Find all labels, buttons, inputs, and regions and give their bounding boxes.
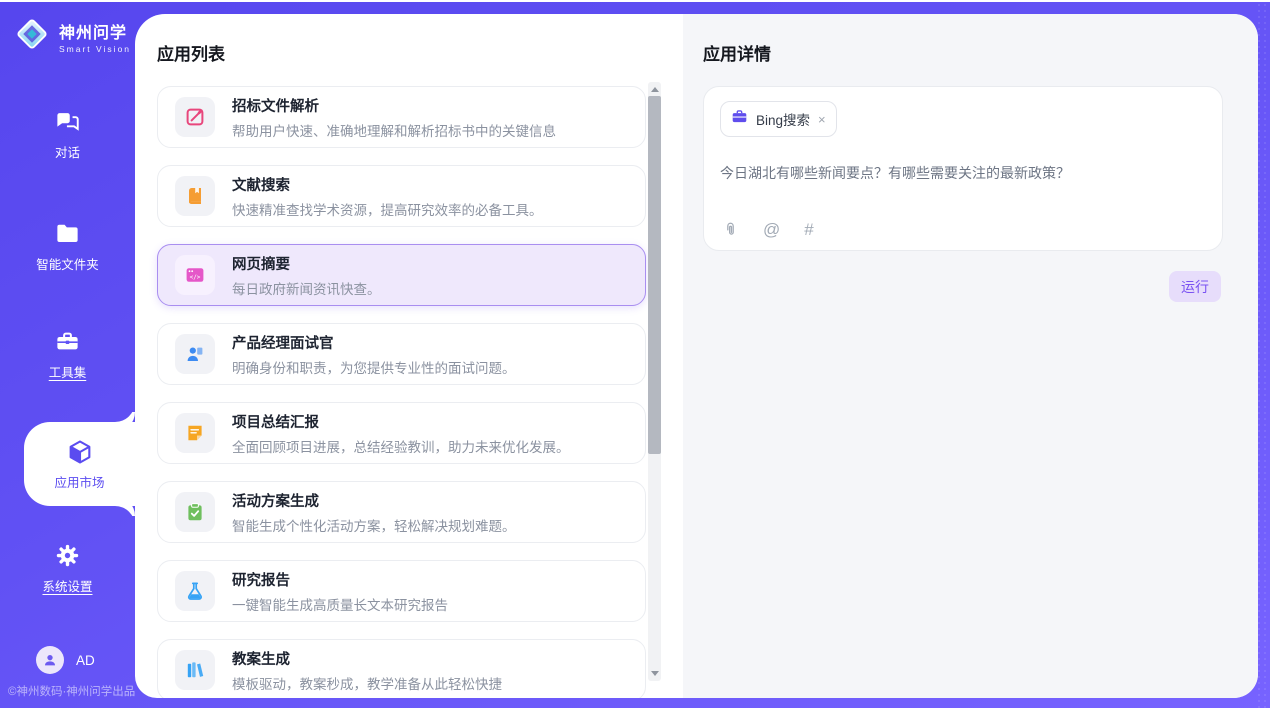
bid-document-icon (175, 97, 215, 137)
app-card-title: 研究报告 (232, 569, 448, 590)
app-card-desc: 一键智能生成高质量长文本研究报告 (232, 594, 448, 614)
sidebar: 神州问学 Smart Vision 对话 (0, 2, 135, 708)
close-icon[interactable]: × (818, 113, 826, 126)
app-card-lesson-plan[interactable]: 教案生成 模板驱动，教案秒成，教学准备从此轻松快捷 (157, 639, 646, 698)
copyright-text: ©神州数码·神州问学出品 (8, 683, 135, 699)
app-card-desc: 明确身份和职责，为您提供专业性的面试问题。 (232, 357, 516, 377)
clipboard-check-icon (175, 492, 215, 532)
interviewer-person-icon (175, 334, 215, 374)
prompt-text[interactable]: 今日湖北有哪些新闻要点？有哪些需要关注的最新政策？ (720, 163, 1206, 183)
app-window: 神州问学 Smart Vision 对话 (0, 0, 1270, 714)
user-account[interactable]: AD (36, 646, 95, 674)
app-card-bid-parse[interactable]: 招标文件解析 帮助用户快速、准确地理解和解析招标书中的关键信息 (157, 86, 646, 148)
sidebar-item-label: 应用市场 (54, 472, 104, 491)
app-card-literature-search[interactable]: 文献搜索 快速精准查找学术资源，提高研究效率的必备工具。 (157, 165, 646, 227)
sidebar-item-label: 对话 (55, 142, 80, 161)
note-icon (175, 413, 215, 453)
diamond-logo-icon (13, 15, 51, 58)
app-card-title: 项目总结汇报 (232, 411, 570, 432)
toolbox-icon (54, 328, 81, 355)
brand-name: 神州问学 (59, 19, 131, 43)
app-card-title: 文献搜索 (232, 174, 543, 195)
svg-text:</>: </> (190, 274, 201, 281)
folder-icon (54, 220, 81, 247)
mention-at-icon[interactable]: @ (763, 221, 780, 238)
scrollbar-thumb[interactable] (648, 96, 661, 454)
cube-icon (66, 438, 94, 466)
app-detail-title: 应用详情 (703, 40, 1258, 65)
attachment-paperclip-icon[interactable] (722, 221, 739, 238)
sidebar-item-chat[interactable]: 对话 (0, 108, 135, 161)
content-panel: 应用列表 招标文件解析 帮助用户快速、准确地理解和解析招标书 (135, 14, 1258, 698)
app-card-desc: 快速精准查找学术资源，提高研究效率的必备工具。 (232, 199, 543, 219)
app-card-project-summary[interactable]: 项目总结汇报 全面回顾项目进展，总结经验教训，助力未来优化发展。 (157, 402, 646, 464)
sidebar-item-label: 智能文件夹 (36, 254, 99, 273)
hashtag-icon[interactable]: # (804, 221, 813, 238)
brand-tagline: Smart Vision (59, 44, 131, 54)
app-card-activity-plan[interactable]: 活动方案生成 智能生成个性化活动方案，轻松解决规划难题。 (157, 481, 646, 543)
prompt-card: Bing搜索 × 今日湖北有哪些新闻要点？有哪些需要关注的最新政策？ @ # (703, 86, 1223, 251)
app-card-title: 招标文件解析 (232, 95, 556, 116)
sidebar-item-app-market[interactable]: 应用市场 (24, 422, 135, 506)
app-card-web-summary[interactable]: </> 网页摘要 每日政府新闻资讯快查。 (157, 244, 646, 306)
app-card-title: 教案生成 (232, 648, 502, 669)
sidebar-item-smart-folder[interactable]: 智能文件夹 (0, 220, 135, 273)
app-card-desc: 每日政府新闻资讯快查。 (232, 278, 381, 298)
briefcase-icon (731, 108, 748, 130)
gear-icon (54, 542, 81, 569)
app-card-desc: 帮助用户快速、准确地理解和解析招标书中的关键信息 (232, 120, 556, 140)
scroll-down-arrow-icon[interactable] (648, 667, 661, 680)
app-frame: 神州问学 Smart Vision 对话 (0, 2, 1270, 708)
tool-chip-bing-search[interactable]: Bing搜索 × (720, 101, 837, 137)
web-summary-icon: </> (175, 255, 215, 295)
book-icon (175, 176, 215, 216)
app-card-title: 产品经理面试官 (232, 332, 516, 353)
sidebar-item-toolset[interactable]: 工具集 (0, 328, 135, 381)
sidebar-item-settings[interactable]: 系统设置 (0, 542, 135, 595)
app-card-desc: 全面回顾项目进展，总结经验教训，助力未来优化发展。 (232, 436, 570, 456)
app-card-list: 招标文件解析 帮助用户快速、准确地理解和解析招标书中的关键信息 (157, 86, 646, 698)
user-initials: AD (76, 653, 95, 668)
app-list-title: 应用列表 (157, 40, 683, 65)
list-scrollbar[interactable] (648, 82, 661, 681)
sidebar-item-label: 工具集 (49, 362, 87, 381)
prompt-toolbar: @ # (722, 221, 814, 238)
app-card-desc: 模板驱动，教案秒成，教学准备从此轻松快捷 (232, 673, 502, 693)
chat-icon (54, 108, 81, 135)
sidebar-item-label: 系统设置 (42, 576, 92, 595)
app-detail-pane: 应用详情 Bing搜索 × 今日湖北有哪些新闻要点？ (683, 14, 1258, 698)
app-card-title: 活动方案生成 (232, 490, 516, 511)
scroll-up-arrow-icon[interactable] (648, 83, 661, 96)
books-icon (175, 650, 215, 690)
brand-logo: 神州问学 Smart Vision (13, 15, 131, 58)
app-card-title: 网页摘要 (232, 253, 381, 274)
avatar (36, 646, 64, 674)
app-list-pane: 应用列表 招标文件解析 帮助用户快速、准确地理解和解析招标书 (135, 14, 683, 698)
run-button[interactable]: 运行 (1169, 271, 1221, 302)
tool-chip-label: Bing搜索 (756, 109, 810, 129)
app-card-pm-interviewer[interactable]: 产品经理面试官 明确身份和职责，为您提供专业性的面试问题。 (157, 323, 646, 385)
app-card-research-report[interactable]: 研究报告 一键智能生成高质量长文本研究报告 (157, 560, 646, 622)
app-card-desc: 智能生成个性化活动方案，轻松解决规划难题。 (232, 515, 516, 535)
flask-icon (175, 571, 215, 611)
